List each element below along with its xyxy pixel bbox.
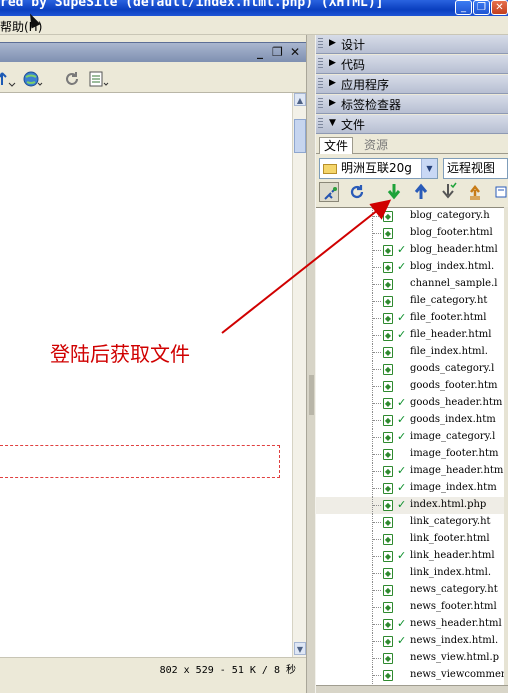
annotation-text: 登陆后获取文件	[50, 342, 190, 366]
